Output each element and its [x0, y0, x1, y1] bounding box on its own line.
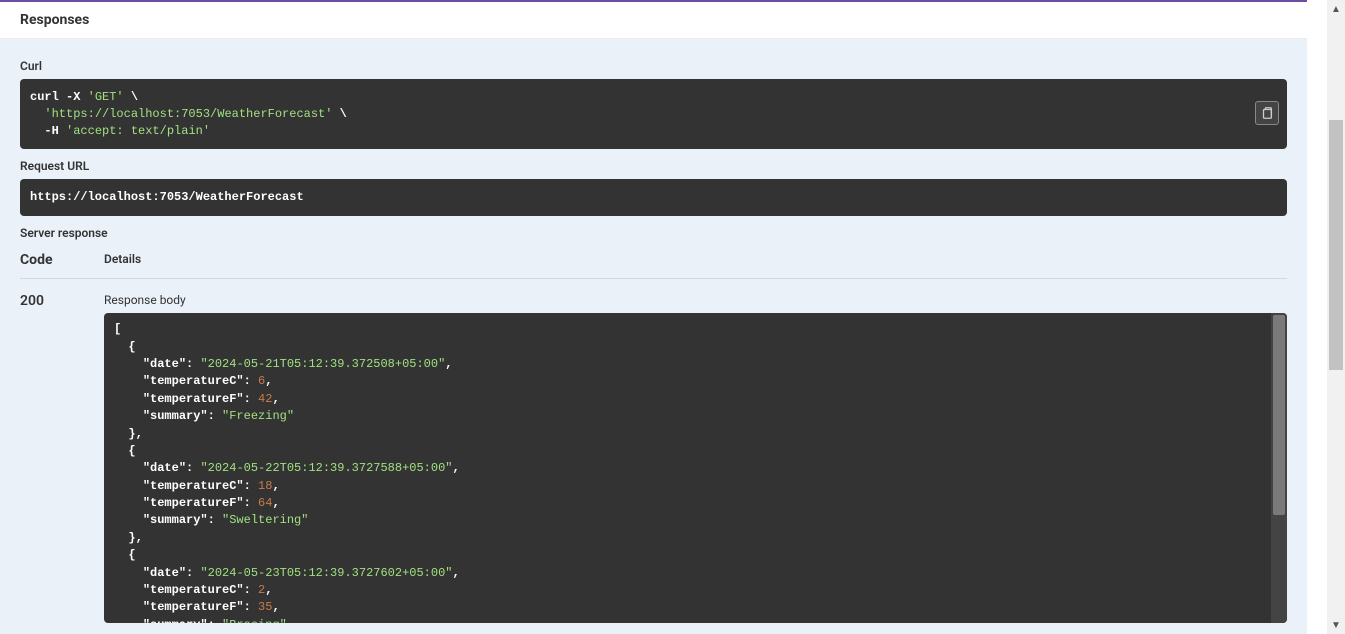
response-table-head: Code Details: [20, 252, 1287, 279]
responses-header: Responses: [0, 2, 1307, 39]
request-url-block: https://localhost:7053/WeatherForecast: [20, 179, 1287, 216]
responses-panel: Responses Curl curl -X 'GET' \ 'https://…: [0, 0, 1307, 634]
responses-body: Curl curl -X 'GET' \ 'https://localhost:…: [0, 39, 1307, 634]
curl-method: GET: [95, 90, 117, 104]
scrollbar-thumb[interactable]: [1273, 315, 1285, 515]
window-scrollbar-thumb[interactable]: [1329, 120, 1343, 370]
copy-curl-button[interactable]: [1255, 101, 1279, 125]
response-details: Response body [ { "date": "2024-05-21T05…: [104, 293, 1287, 623]
code-column-header: Code: [20, 252, 104, 268]
request-url-label: Request URL: [20, 159, 1287, 173]
response-body-label: Response body: [104, 293, 1287, 307]
responses-title: Responses: [20, 12, 1287, 28]
request-url-value: https://localhost:7053/WeatherForecast: [30, 190, 304, 204]
curl-block: curl -X 'GET' \ 'https://localhost:7053/…: [20, 79, 1287, 149]
server-response-label: Server response: [20, 226, 1287, 240]
window-scrollbar[interactable]: ▲ ▼: [1327, 0, 1345, 634]
curl-url: https://localhost:7053/WeatherForecast: [52, 107, 326, 121]
response-body-scrollbar[interactable]: [1271, 313, 1287, 623]
curl-label: Curl: [20, 59, 1287, 73]
clipboard-icon: [1260, 106, 1274, 120]
scroll-down-icon[interactable]: ▼: [1327, 616, 1345, 634]
response-body-block: [ { "date": "2024-05-21T05:12:39.372508+…: [104, 313, 1287, 623]
main-viewport: Responses Curl curl -X 'GET' \ 'https://…: [0, 0, 1327, 634]
details-column-header: Details: [104, 252, 1287, 268]
response-row: 200 Response body [ { "date": "2024-05-2…: [20, 279, 1287, 623]
response-code: 200: [20, 293, 104, 623]
scroll-up-icon[interactable]: ▲: [1327, 0, 1345, 18]
curl-accept: accept: text/plain: [73, 124, 203, 138]
